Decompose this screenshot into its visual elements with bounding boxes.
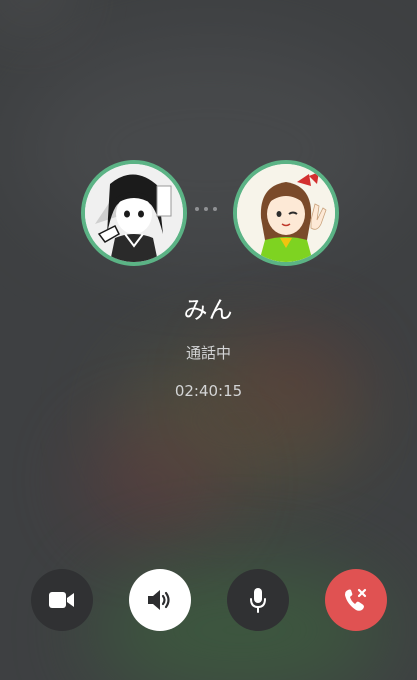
caller-avatar [81,160,187,266]
call-participants [0,157,417,267]
speaker-icon [148,590,170,610]
callee-avatar [233,160,339,266]
end-call-button[interactable] [325,569,387,631]
speaker-button[interactable] [129,569,191,631]
end-call-icon [345,588,367,611]
call-status: 通話中 [185,344,231,362]
contact-name: みん [183,296,234,324]
connecting-dots [195,207,217,211]
microphone-icon [250,588,266,613]
call-duration: 02:40:15 [174,382,243,400]
video-camera-icon [49,592,74,608]
video-button[interactable] [31,569,93,631]
microphone-button[interactable] [227,569,289,631]
